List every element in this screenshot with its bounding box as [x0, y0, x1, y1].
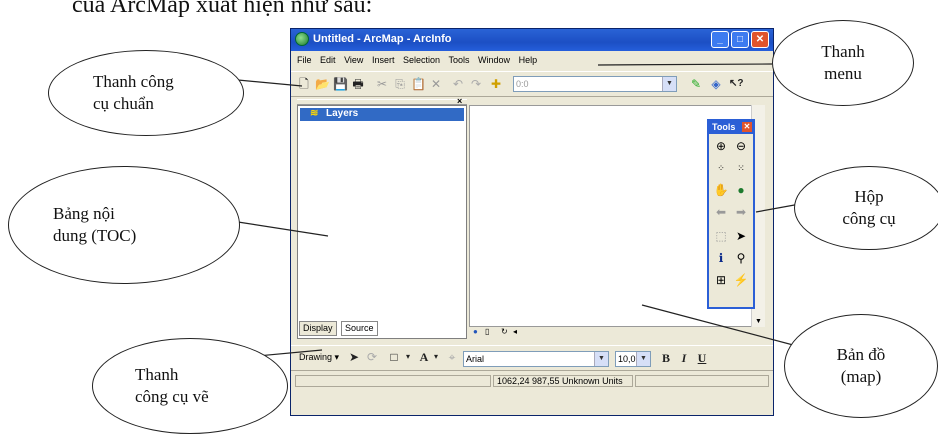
callout-toc: Bảng nội dung (TOC) [8, 166, 240, 284]
callout-menu-bar: Thanh menu [772, 20, 914, 106]
callout-draw-toolbar-line2: công cụ vẽ [135, 387, 209, 406]
callout-toolbox: Hộp công cụ [794, 166, 938, 250]
callout-standard-toolbar-line1: Thanh công [93, 71, 174, 91]
callout-map: Bản đồ (map) [784, 314, 938, 418]
callout-map-line2: (map) [840, 367, 882, 386]
callout-menu-bar-line1: Thanh [821, 41, 865, 61]
leader-map [641, 304, 813, 351]
callout-toc-line1: Bảng nội [53, 203, 115, 223]
callout-menu-bar-line2: menu [824, 64, 862, 83]
callout-toc-line2: dung (TOC) [53, 226, 137, 245]
callout-standard-toolbar: Thanh công cụ chuẩn [48, 50, 244, 136]
leader-standard-toolbar [237, 79, 303, 87]
callout-map-line1: Bản đồ [836, 344, 886, 364]
callout-standard-toolbar-line2: cụ chuẩn [93, 94, 154, 113]
leader-toc [237, 221, 329, 237]
callout-toolbox-line1: Hộp [854, 186, 884, 206]
callout-draw-toolbar-line1: Thanh [135, 364, 179, 384]
leader-menu-bar [597, 63, 773, 66]
callout-toolbox-line2: công cụ [842, 209, 896, 228]
